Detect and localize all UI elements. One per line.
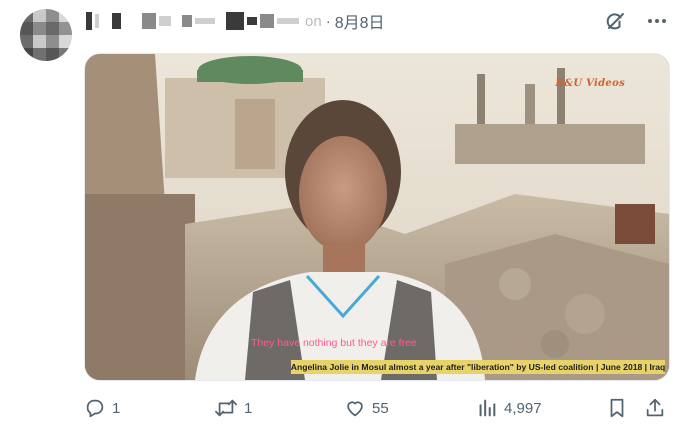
post-action-bar: 1 1 55 4,997 xyxy=(84,394,670,422)
display-name-redacted[interactable] xyxy=(86,12,299,30)
video-frame xyxy=(85,54,669,380)
reply-count: 1 xyxy=(112,399,121,417)
repost-count: 1 xyxy=(244,399,253,417)
video-caption-bar: Angelina Jolie in Mosul almost a year af… xyxy=(291,360,665,374)
grok-icon[interactable] xyxy=(604,10,626,32)
views-button[interactable]: 4,997 xyxy=(476,394,542,422)
repost-button[interactable]: 1 xyxy=(214,394,252,422)
handle-text[interactable]: on xyxy=(305,13,322,30)
reply-icon xyxy=(86,399,104,418)
avatar[interactable] xyxy=(20,9,72,61)
view-count: 4,997 xyxy=(504,399,542,417)
share-icon xyxy=(646,398,664,417)
like-button[interactable]: 55 xyxy=(344,394,389,422)
share-button[interactable] xyxy=(644,394,666,422)
header-actions xyxy=(604,10,668,32)
more-options-icon[interactable] xyxy=(646,10,668,32)
video-subtitle: They have nothing but they are free xyxy=(251,337,417,349)
repost-icon xyxy=(215,399,237,417)
bookmark-icon xyxy=(610,398,624,418)
views-icon xyxy=(479,399,496,417)
post-date[interactable]: 8月8日 xyxy=(335,9,385,33)
video-caption-text: Angelina Jolie in Mosul almost a year af… xyxy=(290,362,666,372)
separator-dot: · xyxy=(325,12,331,30)
bookmark-button[interactable] xyxy=(606,394,628,422)
like-count: 55 xyxy=(372,399,389,417)
reply-button[interactable]: 1 xyxy=(84,394,120,422)
video-watermark: R&U Videos xyxy=(555,78,625,89)
post-header: on · 8月8日 xyxy=(86,9,385,33)
video-media[interactable]: R&U Videos They have nothing but they ar… xyxy=(84,53,670,381)
like-icon xyxy=(347,401,363,417)
